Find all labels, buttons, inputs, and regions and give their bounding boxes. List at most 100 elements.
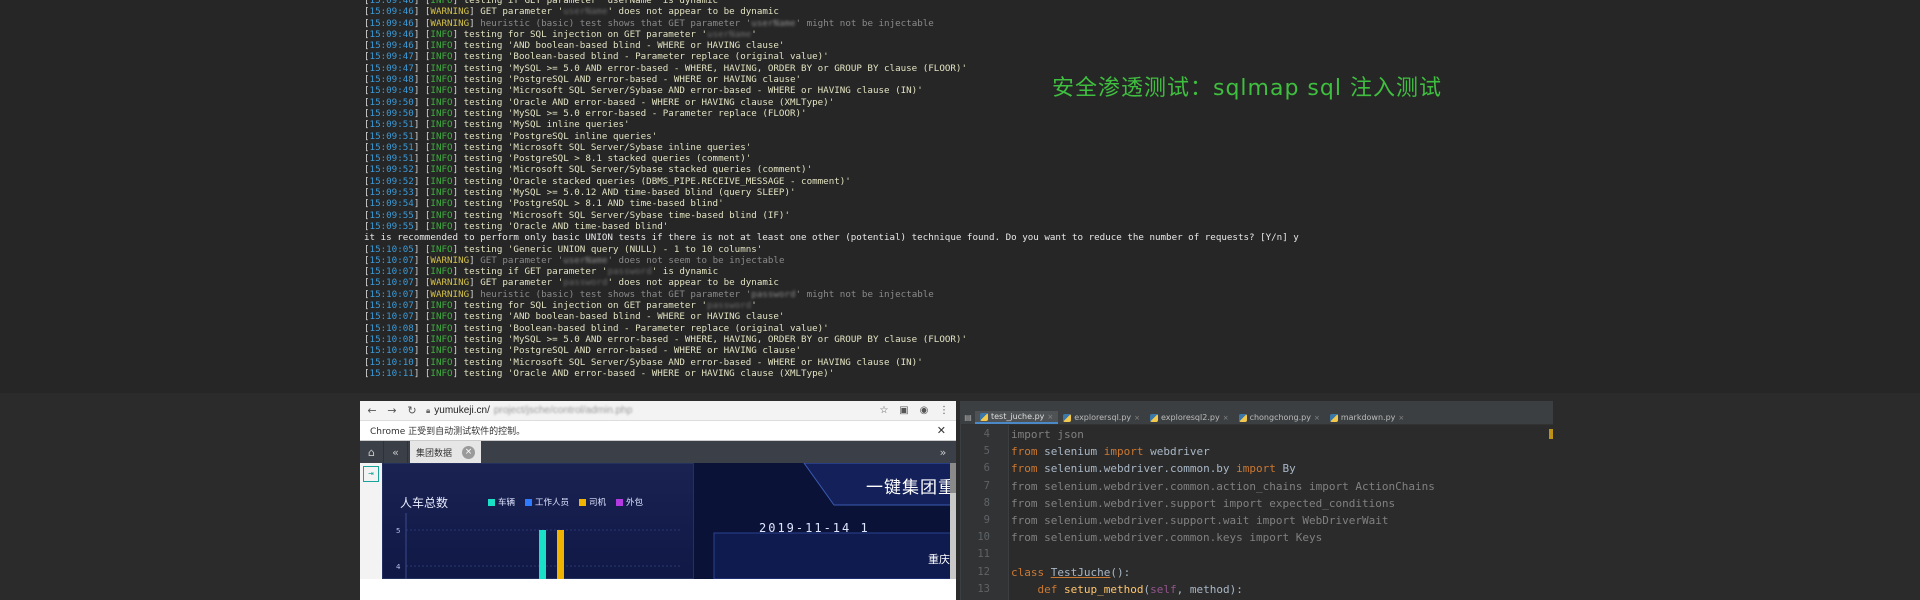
log-timestamp: 15:09:52: [369, 164, 414, 176]
log-timestamp: 15:09:54: [369, 198, 414, 210]
close-icon[interactable]: ×: [1047, 413, 1053, 421]
close-icon[interactable]: ×: [462, 445, 476, 459]
close-icon[interactable]: ×: [1398, 414, 1404, 422]
log-message: GET parameter ': [480, 277, 564, 289]
editor-tab-label: markdown.py: [1340, 413, 1396, 422]
home-icon[interactable]: ⌂: [360, 441, 384, 463]
menu-icon[interactable]: ⋮: [938, 405, 950, 416]
bracket: ]: [452, 198, 464, 210]
log-timestamp: 15:09:46: [369, 28, 414, 40]
bracket: ] [: [413, 153, 431, 165]
log-message: testing 'PostgreSQL > 8.1 AND time-based…: [463, 198, 724, 210]
profile-icon[interactable]: ◉: [918, 405, 930, 416]
vertical-scrollbar[interactable]: [950, 463, 956, 579]
pycharm-editor-window[interactable]: ▤ test_juche.py × explorersql.py × exploresq…: [960, 401, 1553, 600]
editor-tab[interactable]: markdown.py ×: [1325, 411, 1409, 424]
log-timestamp: 15:10:08: [369, 333, 414, 345]
close-icon[interactable]: ✕: [937, 424, 946, 437]
imported-name: By: [1282, 462, 1296, 476]
log-line: [15:10:07] [WARNING] GET parameter 'user…: [364, 255, 1299, 266]
editor-tab[interactable]: chongchong.py ×: [1234, 411, 1325, 424]
log-level: INFO: [430, 141, 453, 153]
log-level: INFO: [430, 209, 453, 221]
scrollbar-thumb[interactable]: [950, 463, 956, 493]
legend-label: 车辆: [498, 498, 516, 508]
log-timestamp: 15:09:47: [369, 62, 414, 74]
bracket: ]: [469, 277, 481, 289]
editor-tab[interactable]: explorersql.py ×: [1058, 411, 1145, 424]
double-chevron-left-icon[interactable]: «: [384, 441, 408, 463]
browser-toolbar: ← → ↻ 🔒︎ yumukeji.cn/project/jsche/contr…: [360, 401, 956, 421]
log-line: [15:10:07] [INFO] testing for SQL inject…: [364, 300, 1299, 311]
terminal-window[interactable]: [15:09:46] [INFO] testing if GET paramet…: [0, 0, 1920, 393]
tab-group-data[interactable]: 集团数据 ×: [410, 441, 482, 463]
log-message: testing 'Oracle stacked queries (DBMS_PI…: [463, 175, 851, 187]
close-icon[interactable]: ×: [1223, 414, 1229, 422]
log-timestamp: 15:10:07: [369, 288, 414, 300]
close-icon[interactable]: ×: [1314, 414, 1320, 422]
chrome-browser-window[interactable]: ← → ↻ 🔒︎ yumukeji.cn/project/jsche/contr…: [360, 401, 956, 600]
log-line: [15:09:52] [INFO] testing 'Microsoft SQL…: [364, 164, 1299, 175]
log-level: INFO: [430, 367, 453, 379]
redacted-parameter: userName: [563, 6, 608, 18]
back-icon[interactable]: ←: [366, 404, 378, 417]
bracket: ]: [452, 266, 464, 278]
bracket: ] [: [413, 107, 431, 119]
editor-tab-label: chongchong.py: [1249, 413, 1311, 422]
automation-infobar: Chrome 正受到自动测试软件的控制。 ✕: [360, 421, 956, 441]
extension-icon[interactable]: ▣: [898, 405, 910, 416]
log-line: [15:09:50] [INFO] testing 'MySQL >= 5.0 …: [364, 108, 1299, 119]
bracket: ] [: [413, 198, 431, 210]
self-keyword: self: [1150, 582, 1177, 596]
dashboard-screen: ⇥ 54 人车总数 车辆 工作人员 司机 外包 一键集团重 2019-11-14 1 …: [360, 463, 956, 579]
log-message: testing 'Oracle AND time-based blind': [463, 220, 669, 232]
exit-icon[interactable]: ⇥: [363, 466, 379, 482]
code-text: from selenium.webdriver.support.wait imp…: [1011, 513, 1389, 527]
close-icon[interactable]: ×: [1134, 414, 1140, 422]
log-level: INFO: [430, 243, 453, 255]
editor-tab[interactable]: test_juche.py ×: [975, 411, 1059, 424]
bracket: ]: [452, 345, 464, 357]
log-message: testing 'Microsoft SQL Server/Sybase inl…: [463, 141, 752, 153]
log-line: [15:09:51] [INFO] testing 'PostgreSQL > …: [364, 153, 1299, 164]
warning-marker[interactable]: [1549, 429, 1553, 439]
legend-item: 车辆: [488, 496, 515, 508]
redacted-parameter: userName: [563, 254, 608, 266]
url-path: project/jsche/control/admin.php: [493, 405, 633, 416]
bracket: ] [: [413, 311, 431, 323]
reload-icon[interactable]: ↻: [406, 404, 418, 417]
log-message: testing for SQL injection on GET paramet…: [463, 300, 708, 312]
log-line: [15:09:46] [INFO] testing 'AND boolean-b…: [364, 40, 1299, 51]
log-timestamp: 15:09:46: [369, 0, 414, 6]
log-line: [15:10:07] [INFO] testing if GET paramet…: [364, 266, 1299, 277]
infobar-text: Chrome 正受到自动测试软件的控制。: [370, 427, 526, 437]
log-timestamp: 15:10:07: [369, 277, 414, 289]
tabs-menu-icon[interactable]: ▤: [961, 411, 975, 424]
log-message: ' might not be injectable: [795, 288, 934, 300]
bracket: ] [: [413, 130, 431, 142]
python-file-icon: [1150, 413, 1159, 422]
log-level: INFO: [430, 40, 453, 52]
double-chevron-right-icon[interactable]: »: [930, 441, 956, 463]
terminal-log: [15:09:46] [INFO] testing if GET paramet…: [364, 0, 1299, 379]
log-timestamp: 15:09:50: [369, 96, 414, 108]
bracket: ]: [452, 28, 464, 40]
code-line: class TestJuche():: [1011, 564, 1435, 581]
log-timestamp: 15:10:07: [369, 311, 414, 323]
code-area[interactable]: import json from selenium import webdrive…: [1009, 425, 1435, 600]
code-editor[interactable]: 4 5 6 7 8 9 10 11 12 13 import json from selenium …: [961, 425, 1553, 600]
bracket: ] [: [413, 209, 431, 221]
dashboard-headline: 一键集团重: [866, 478, 956, 498]
star-icon[interactable]: ☆: [878, 405, 890, 416]
bracket: ]: [469, 17, 481, 29]
address-bar[interactable]: 🔒︎ yumukeji.cn/project/jsche/control/adm…: [426, 403, 870, 418]
bracket: ] [: [413, 266, 431, 278]
bracket: ] [: [413, 175, 431, 187]
bracket: ]: [452, 356, 464, 368]
editor-tab[interactable]: exploresql2.py ×: [1145, 411, 1234, 424]
bar-drivers: [557, 530, 564, 579]
log-message: GET parameter ': [480, 254, 564, 266]
forward-icon[interactable]: →: [386, 404, 398, 417]
log-line: [15:09:47] [INFO] testing 'Boolean-based…: [364, 51, 1299, 62]
log-message: testing 'PostgreSQL inline queries': [463, 130, 658, 142]
